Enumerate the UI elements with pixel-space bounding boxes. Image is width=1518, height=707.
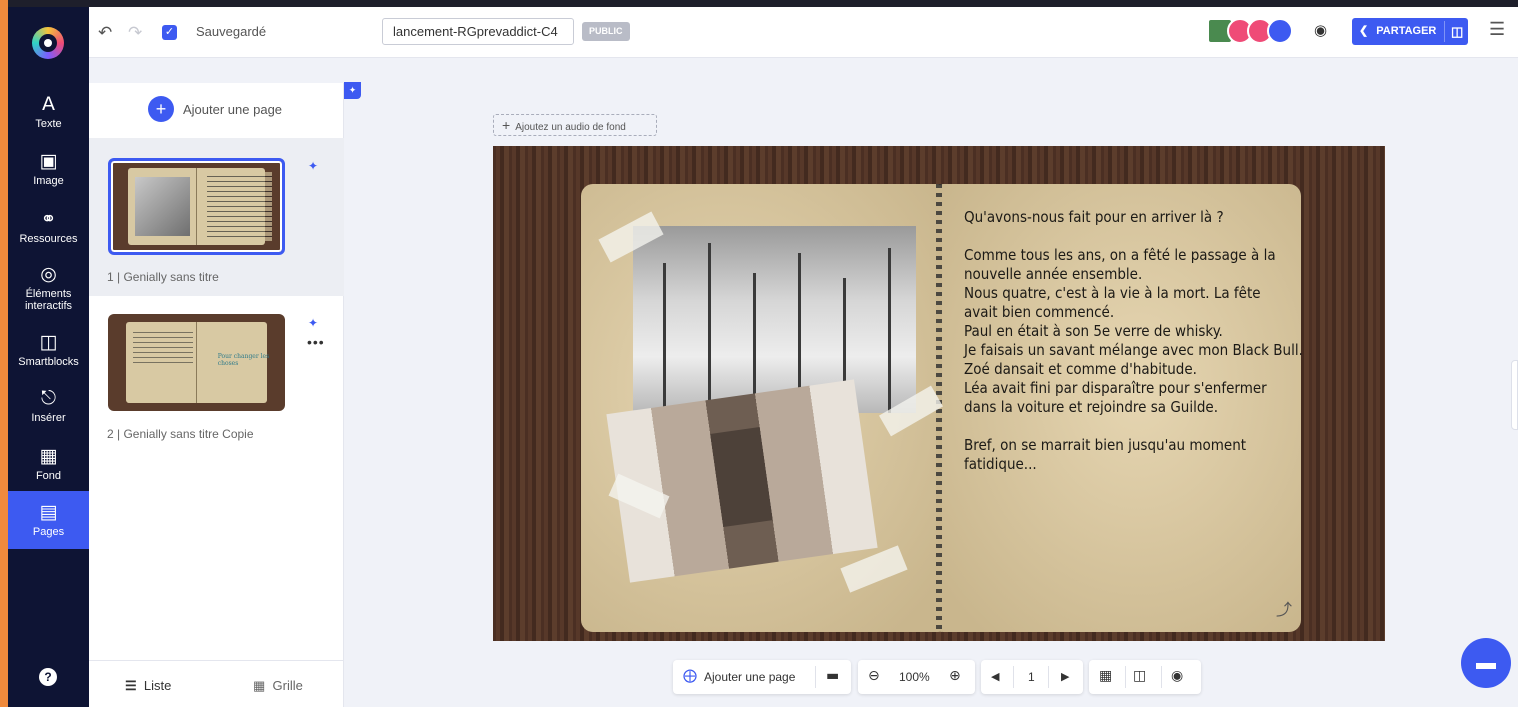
zoom-bar: ⊖ 100% ⊕ (858, 660, 975, 694)
plus-icon: + (502, 117, 511, 133)
list-view-button[interactable]: ☰ Liste (125, 678, 171, 694)
share-icon: ❮ (1359, 25, 1369, 37)
share-button[interactable]: ❮ PARTAGER ◫ (1352, 18, 1468, 45)
rail-item-interactive[interactable]: ◎ Éléments interactifs (8, 263, 89, 321)
rail-item-background[interactable]: ▦ Fond (8, 445, 89, 485)
magic-wand-icon[interactable]: ✦ (308, 159, 318, 173)
top-toolbar: ↶ ↷ ✓ Sauvegardé lancement-RGprevaddict-… (89, 7, 1518, 58)
present-icon[interactable]: ◫ (1451, 18, 1463, 45)
project-title-input[interactable]: lancement-RGprevaddict-C4 (382, 18, 574, 45)
zoom-level: 100% (899, 670, 930, 684)
page-curl-arrow-icon: ⤴ (1276, 602, 1293, 619)
pages-icon: ▤ (39, 501, 58, 523)
slide-canvas[interactable]: Qu'avons-nous fait pour en arriver là ? … (493, 146, 1385, 641)
divider (1125, 666, 1126, 688)
thumbnail-note: Pour changer les choses (217, 352, 270, 367)
redo-icon[interactable]: ↷ (128, 23, 142, 43)
tree (753, 273, 756, 413)
add-collaborator-icon[interactable] (1267, 18, 1293, 44)
rail-item-smartblocks[interactable]: ◫ Smartblocks (8, 331, 89, 371)
rail-item-insert[interactable]: ⎋ Insérer (8, 387, 89, 427)
add-page-bottom-button[interactable]: Ajouter une page (704, 670, 795, 684)
text-icon: A (42, 93, 55, 115)
visibility-badge[interactable]: PUBLIC (582, 22, 630, 41)
page-card-2[interactable]: Pour changer les choses ✦ ••• 2 | Genial… (89, 296, 344, 456)
help-icon[interactable]: ? (39, 668, 57, 686)
page-thumbnail[interactable]: Pour changer les choses (108, 314, 285, 411)
prev-page-icon[interactable]: ◀ (991, 670, 999, 683)
divider (815, 666, 816, 688)
magic-wand-icon[interactable]: ✦ (308, 316, 318, 330)
autosave-check-icon: ✓ (162, 25, 177, 40)
delete-icon[interactable]: ▬ (826, 668, 839, 684)
preview-eye-icon[interactable]: ◉ (1314, 21, 1327, 39)
background-icon: ▦ (39, 445, 58, 467)
window-top-strip (8, 0, 1518, 7)
thumbnail-text (132, 327, 193, 367)
menu-icon[interactable]: ☰ (1489, 19, 1505, 40)
more-options-icon[interactable]: ••• (307, 334, 325, 350)
grid-icon: ▦ (253, 678, 266, 693)
page-card-1[interactable]: ✦ 1 | Genially sans titre (89, 138, 344, 296)
interactive-icon: ◎ (40, 263, 57, 285)
story-text[interactable]: Qu'avons-nous fait pour en arriver là ? … (964, 208, 1303, 474)
page-actions-bar: ⨁ Ajouter une page ▬ (673, 660, 851, 694)
insert-icon: ⎋ (40, 387, 57, 409)
thumbnail-text (206, 171, 272, 242)
hospital-corridor-photo[interactable] (606, 379, 878, 583)
tree (708, 243, 711, 413)
split-view-icon[interactable]: ◫ (1133, 668, 1146, 684)
zoom-out-icon[interactable]: ⊖ (868, 668, 880, 684)
view-switch: ☰ Liste ▦ Grille (89, 660, 344, 707)
add-page-icon: ⨁ (683, 668, 697, 684)
genially-logo[interactable] (32, 27, 64, 59)
tool-rail: A Texte ▣ Image ⚭ Ressources ◎ Éléments … (8, 7, 89, 707)
rail-item-text[interactable]: A Texte (8, 93, 89, 133)
save-status: Sauvegardé (196, 24, 267, 39)
view-tools-bar: ▦ ◫ ◉ (1089, 660, 1201, 694)
window-edge (0, 0, 8, 707)
rail-item-image[interactable]: ▣ Image (8, 150, 89, 190)
open-book-image: Qu'avons-nous fait pour en arriver là ? … (581, 184, 1303, 632)
grid-view-button[interactable]: ▦ Grille (253, 678, 303, 694)
image-icon: ▣ (39, 150, 58, 172)
smartblocks-icon: ◫ (39, 331, 58, 353)
divider (1444, 21, 1445, 42)
rail-item-pages[interactable]: ▤ Pages (8, 491, 89, 549)
rail-item-resources[interactable]: ⚭ Ressources (8, 208, 89, 248)
thumbnail-photo (134, 177, 190, 236)
page-navigation: ◀ 1 ▶ (981, 660, 1083, 694)
grid-guides-icon[interactable]: ▦ (1099, 668, 1112, 684)
add-page-button[interactable]: + Ajouter une page (148, 96, 282, 122)
misty-trees-photo[interactable] (633, 226, 916, 413)
divider (1048, 666, 1049, 688)
divider (1161, 666, 1162, 688)
plus-icon: + (148, 96, 174, 122)
tree (888, 248, 891, 413)
chat-support-icon[interactable]: ▬ (1461, 638, 1511, 688)
zoom-in-icon[interactable]: ⊕ (949, 668, 961, 684)
divider (1013, 666, 1014, 688)
page-thumbnail[interactable] (108, 158, 285, 255)
page-name: 2 | Genially sans titre Copie (107, 427, 254, 441)
collaborators[interactable] (1207, 18, 1307, 46)
resources-icon: ⚭ (40, 208, 57, 230)
next-page-icon[interactable]: ▶ (1061, 670, 1069, 683)
palette-icon[interactable]: ◉ (1171, 668, 1183, 684)
tree (663, 263, 666, 413)
list-icon: ☰ (125, 678, 137, 693)
page-name: 1 | Genially sans titre (107, 270, 219, 284)
side-tab-handle[interactable] (1511, 360, 1518, 430)
page-number[interactable]: 1 (1028, 670, 1035, 684)
undo-icon[interactable]: ↶ (98, 23, 112, 43)
pin-panel-icon[interactable]: ✦ (344, 82, 361, 99)
pages-panel: + Ajouter une page ✦ 1 | Genially sans ti… (89, 83, 344, 707)
add-background-audio-button[interactable]: + Ajoutez un audio de fond (493, 114, 657, 136)
